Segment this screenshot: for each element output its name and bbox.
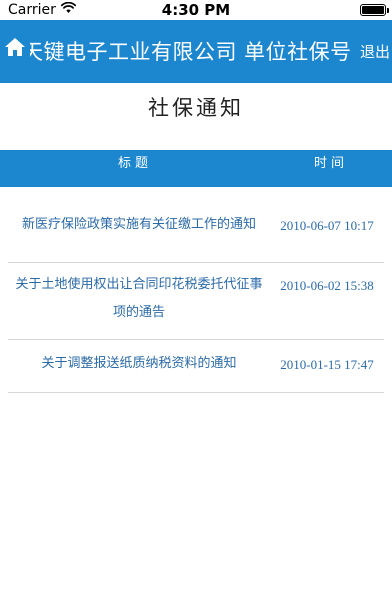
notice-title[interactable]: 关于土地使用权出让合同印花税委托代征事项的通告 — [8, 271, 270, 327]
carrier-label: Carrier — [8, 2, 56, 18]
app-screen: Carrier 4:30 PM 天键电子工业有限公司 单位社保号 退出 社保通知… — [0, 0, 392, 600]
notice-time: 2010-06-07 10:17 — [280, 218, 374, 233]
notice-row[interactable]: 关于土地使用权出让合同印花税委托代征事项的通告 2010-06-02 15:38 — [8, 263, 384, 340]
battery-fill — [362, 6, 384, 14]
notice-time: 2010-01-15 17:47 — [280, 357, 374, 372]
company-title-text: 天键电子工业有限公司 单位社保号 — [30, 40, 352, 64]
notice-row[interactable]: 关于调整报送纸质纳税资料的通知 2010-01-15 17:47 — [8, 340, 384, 393]
page-title: 社保通知 — [148, 96, 244, 120]
notice-list: 新医疗保险政策实施有关征缴工作的通知 2010-06-07 10:17 关于土地… — [8, 187, 384, 393]
home-icon — [5, 38, 25, 60]
wifi-icon — [60, 1, 76, 18]
nav-bar: 天键电子工业有限公司 单位社保号 退出 — [0, 20, 392, 83]
notice-time: 2010-06-02 15:38 — [280, 278, 374, 293]
logout-button[interactable]: 退出 — [360, 42, 390, 62]
notice-row[interactable]: 新医疗保险政策实施有关征缴工作的通知 2010-06-07 10:17 — [8, 187, 384, 263]
column-header-title: 标题 — [117, 156, 152, 171]
company-title: 天键电子工业有限公司 单位社保号 — [30, 34, 356, 70]
notice-title[interactable]: 新医疗保险政策实施有关征缴工作的通知 — [8, 211, 270, 239]
battery-icon — [360, 4, 389, 16]
status-left: Carrier — [8, 1, 76, 18]
column-header-time: 时间 — [313, 156, 348, 171]
home-button[interactable] — [2, 34, 28, 64]
status-bar: Carrier 4:30 PM — [0, 0, 392, 20]
notice-title[interactable]: 关于调整报送纸质纳税资料的通知 — [8, 350, 270, 378]
table-header: 标题 时间 — [0, 150, 392, 187]
